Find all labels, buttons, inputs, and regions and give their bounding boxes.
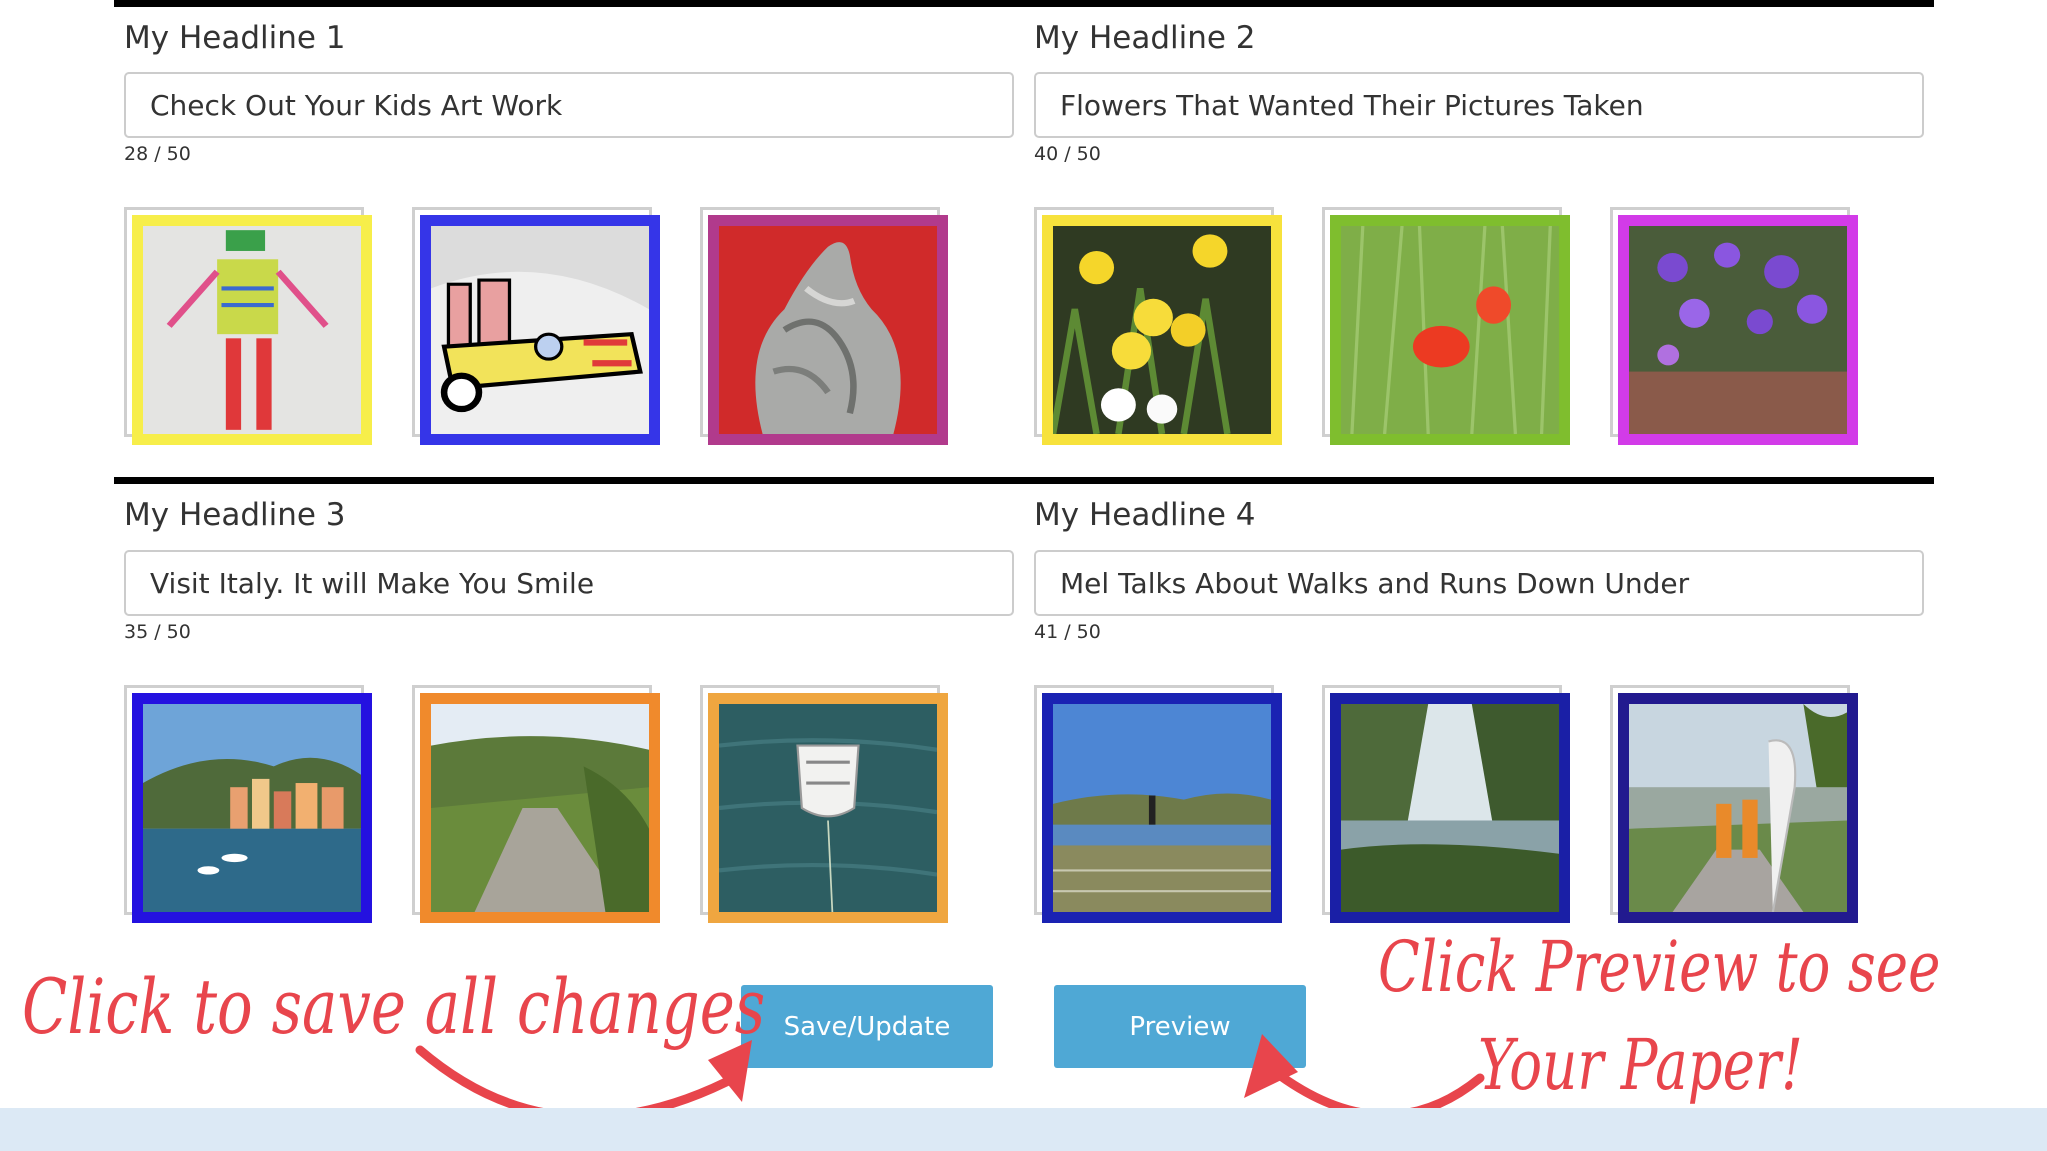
image-frame [420,215,660,445]
preview-button[interactable]: Preview [1054,985,1306,1068]
headline-label: My Headline 2 [1034,20,1256,56]
headline-label: My Headline 3 [124,497,346,533]
headline-label: My Headline 4 [1034,497,1256,533]
image-frame [420,693,660,923]
headline-input-3[interactable] [124,550,1014,616]
character-counter: 28 / 50 [124,143,191,165]
character-counter: 40 / 50 [1034,143,1101,165]
image-frame [1618,215,1858,445]
italian-harbour-town [143,704,361,912]
image-thumbnail[interactable] [700,207,948,445]
image-thumbnail[interactable] [124,207,372,445]
image-frame [1618,693,1858,923]
image-frame [132,215,372,445]
image-frame [1330,693,1570,923]
kids-drawing-robot [143,226,361,434]
headline-input-4[interactable] [1034,550,1924,616]
image-frame [1042,693,1282,923]
white-rowboat [719,704,937,912]
kids-drawing-airplane [431,226,649,434]
country-road [431,704,649,912]
image-frame [132,693,372,923]
save-instruction-note: Click to save all changes [22,962,766,1051]
editor-page: My Headline 1 28 / 50 [0,0,2047,1151]
image-thumbnail[interactable] [1322,685,1570,923]
footer-bar [0,1108,2047,1151]
image-thumbnail[interactable] [1610,207,1858,445]
river-and-trees [1341,704,1559,912]
section-divider-top [114,0,1934,7]
save-update-button[interactable]: Save/Update [741,985,993,1068]
arrow-to-preview-icon [1255,1055,1485,1120]
image-frame [1042,215,1282,445]
headline-label: My Headline 1 [124,20,346,56]
runners-at-parkrun [1629,704,1847,912]
preview-instruction-note-line2: Your Paper! [1478,1024,1803,1106]
image-thumbnail[interactable] [1610,685,1858,923]
image-frame [708,693,948,923]
hiker-by-lake [1053,704,1271,912]
section-divider-middle [114,477,1934,484]
image-thumbnail[interactable] [1034,207,1282,445]
yellow-daffodils [1053,226,1271,434]
image-thumbnail[interactable] [1322,207,1570,445]
image-frame [708,215,948,445]
image-thumbnail[interactable] [1034,685,1282,923]
image-thumbnail[interactable] [412,685,660,923]
preview-instruction-note-line1: Click Preview to see [1378,926,1941,1008]
arrow-to-save-icon [415,1045,745,1122]
image-thumbnail[interactable] [700,685,948,923]
image-thumbnail[interactable] [412,207,660,445]
headline-input-2[interactable] [1034,72,1924,138]
clay-hands-sculpture [719,226,937,434]
purple-flowers [1629,226,1847,434]
character-counter: 41 / 50 [1034,621,1101,643]
image-thumbnail[interactable] [124,685,372,923]
image-frame [1330,215,1570,445]
headline-input-1[interactable] [124,72,1014,138]
character-counter: 35 / 50 [124,621,191,643]
red-poppies [1341,226,1559,434]
